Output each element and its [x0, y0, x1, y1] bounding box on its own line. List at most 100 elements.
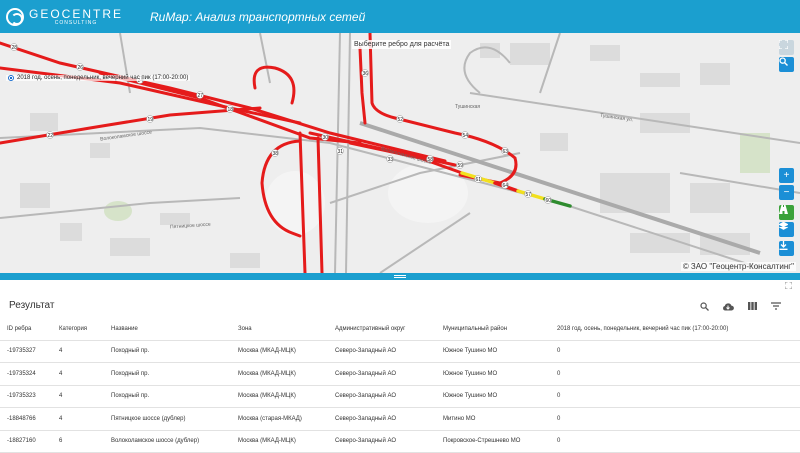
- export-button[interactable]: [722, 300, 734, 312]
- filter-button[interactable]: [770, 300, 782, 312]
- geocentre-logo[interactable]: GEOCENTRE CONSULTING: [6, 0, 123, 33]
- edge-value: 22: [48, 133, 54, 139]
- cell-value: 0: [550, 340, 800, 363]
- splitter-handle-icon[interactable]: [394, 275, 406, 278]
- cell-edge-id: -19735324: [0, 362, 52, 386]
- cell-municipality: Митино МО: [436, 407, 550, 431]
- cell-district: Северо-Западный АО: [328, 430, 436, 453]
- map-view[interactable]: 28 26 24 27 22 19 18 36 52 54 63 61 64 5…: [0, 33, 800, 273]
- cell-district: Северо-Западный АО: [328, 385, 436, 408]
- logo-text: GEOCENTRE: [29, 6, 124, 21]
- map-hint: Выберите ребро для расчёта: [352, 40, 452, 49]
- expand-panel-icon[interactable]: [784, 281, 793, 291]
- table-row[interactable]: -18848766 4 Пятницкое шоссе (дублер) Мос…: [0, 407, 800, 431]
- cell-value: 0: [550, 430, 800, 453]
- table-header-row: ID ребра Категория Название Зона Админис…: [0, 318, 800, 341]
- cell-municipality: Покровское-Стрешнево МО: [436, 430, 550, 453]
- edge-value: 30: [323, 135, 329, 141]
- cell-zone: Москва (старая-МКАД): [231, 407, 328, 431]
- layer-selector[interactable]: 2018 год, осень, понедельник, вечерний ч…: [6, 75, 191, 81]
- edge-value: 27: [198, 93, 204, 99]
- map-search-button[interactable]: [779, 57, 794, 72]
- edge-value: 33: [388, 157, 394, 163]
- cell-municipality: Южное Тушино МО: [436, 385, 550, 408]
- edge-value: 60: [546, 198, 552, 204]
- cloud-download-icon: [723, 302, 734, 310]
- edge-value: 38: [273, 151, 279, 157]
- cell-name: Волоколамское шоссе (дублер): [104, 430, 231, 453]
- cell-edge-id: -19735327: [0, 340, 52, 363]
- filter-icon: [771, 302, 781, 310]
- results-title: Результат: [9, 300, 55, 311]
- download-button[interactable]: [779, 241, 794, 256]
- column-header[interactable]: ID ребра: [0, 318, 52, 341]
- edge-value: 28: [12, 45, 18, 51]
- results-toolbar: [698, 300, 782, 312]
- column-header[interactable]: Название: [104, 318, 231, 341]
- cell-value: 0: [550, 385, 800, 408]
- table-row[interactable]: -18827160 6 Волоколамское шоссе (дублер)…: [0, 430, 800, 453]
- table-row[interactable]: -19735327 4 Походный пр. Москва (МКАД-МЦ…: [0, 340, 800, 363]
- layer-label: 2018 год, осень, понедельник, вечерний ч…: [17, 75, 189, 81]
- edge-value: 18: [228, 107, 234, 113]
- cell-name: Походный пр.: [104, 385, 231, 408]
- cell-municipality: Южное Тушино МО: [436, 362, 550, 386]
- cell-edge-id: -18827160: [0, 430, 52, 453]
- search-icon: [779, 57, 788, 66]
- columns-button[interactable]: [746, 300, 758, 312]
- layers-button[interactable]: [779, 222, 794, 237]
- cell-value: 0: [550, 362, 800, 386]
- app-header: GEOCENTRE CONSULTING RuMap: Анализ транс…: [0, 0, 800, 33]
- logo-subtext: CONSULTING: [54, 19, 98, 26]
- cell-category: 6: [52, 430, 104, 453]
- cell-category: 4: [52, 362, 104, 386]
- cell-district: Северо-Западный АО: [328, 340, 436, 363]
- edge-value: 52: [398, 117, 404, 123]
- fullscreen-button[interactable]: [779, 40, 794, 55]
- cell-zone: Москва (МКАД-МЦК): [231, 430, 328, 453]
- fullscreen-icon: [779, 40, 788, 49]
- cell-zone: Москва (МКАД-МЦК): [231, 385, 328, 408]
- edge-value: 57: [526, 192, 532, 198]
- layers-icon: [779, 222, 788, 230]
- cell-edge-id: -18848766: [0, 407, 52, 431]
- cell-value: 0: [550, 407, 800, 431]
- logo-mark-icon: [6, 7, 24, 26]
- cell-edge-id: -19735323: [0, 385, 52, 408]
- column-header[interactable]: Административный округ: [328, 318, 436, 341]
- zoom-out-button[interactable]: −: [779, 185, 794, 200]
- columns-icon: [747, 302, 757, 310]
- table-row[interactable]: -19735323 4 Походный пр. Москва (МКАД-МЦ…: [0, 385, 800, 408]
- layer-radio[interactable]: [8, 75, 14, 81]
- edge-value: 59: [458, 163, 464, 169]
- cell-category: 4: [52, 407, 104, 431]
- interchange-fill: [265, 163, 468, 235]
- column-header[interactable]: Категория: [52, 318, 104, 341]
- column-header[interactable]: Зона: [231, 318, 328, 341]
- road-icon: [779, 205, 788, 214]
- panel-splitter[interactable]: [0, 273, 800, 280]
- edge-value: 26: [78, 65, 84, 71]
- edge-value: 54: [463, 133, 469, 139]
- edge-value: 64: [503, 183, 509, 189]
- cell-name: Походный пр.: [104, 340, 231, 363]
- cell-municipality: Южное Тушино МО: [436, 340, 550, 363]
- map-copyright: © ЗАО "Геоцентр-Консалтинг": [680, 262, 796, 271]
- zoom-in-button[interactable]: +: [779, 168, 794, 183]
- download-icon: [779, 241, 788, 250]
- cell-zone: Москва (МКАД-МЦК): [231, 362, 328, 386]
- cell-category: 4: [52, 340, 104, 363]
- edge-value: 61: [476, 177, 482, 183]
- edge-value: 63: [503, 149, 509, 155]
- search-icon: [699, 301, 709, 311]
- metro-label: Тушинская: [455, 104, 481, 110]
- results-search-button[interactable]: [698, 300, 710, 312]
- cell-name: Пятницкое шоссе (дублер): [104, 407, 231, 431]
- table-row[interactable]: -19735324 4 Походный пр. Москва (МКАД-МЦ…: [0, 362, 800, 386]
- route-button[interactable]: [779, 205, 794, 220]
- app-title: RuMap: Анализ транспортных сетей: [150, 9, 366, 24]
- column-header[interactable]: Муниципальный район: [436, 318, 550, 341]
- column-header[interactable]: 2018 год, осень, понедельник, вечерний ч…: [550, 318, 800, 341]
- edge-value: 36: [363, 71, 369, 77]
- edge-value: 31: [338, 149, 344, 155]
